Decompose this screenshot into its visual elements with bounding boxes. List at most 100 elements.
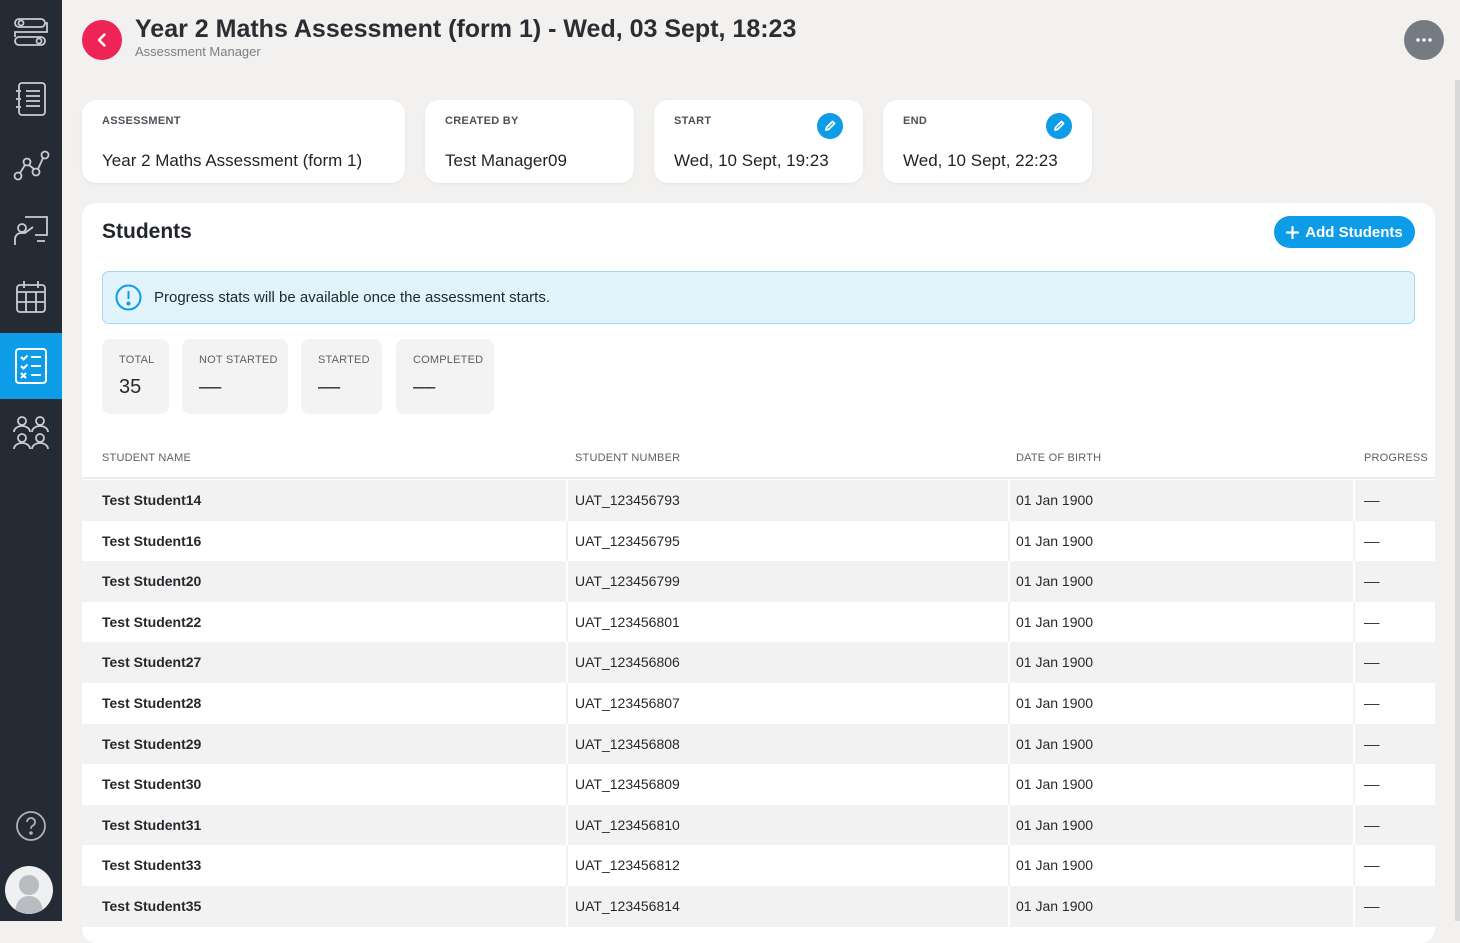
pencil-icon (825, 120, 836, 131)
table-header-divider (82, 477, 1435, 479)
column-divider (1353, 601, 1355, 643)
sidebar-item-list[interactable] (0, 66, 62, 132)
progress-cell: –– (1364, 735, 1380, 752)
column-divider (1008, 723, 1010, 765)
student-name-cell: Test Student27 (102, 654, 202, 671)
sidebar-item-workflow[interactable] (0, 0, 62, 66)
table-row[interactable]: Test Student22 UAT_123456801 01 Jan 1900 –– (82, 601, 1435, 643)
stat-total: TOTAL 35 (102, 339, 169, 414)
date-of-birth-cell: 01 Jan 1900 (1016, 532, 1094, 549)
plus-icon (1286, 225, 1300, 239)
student-number-cell: UAT_123456793 (575, 492, 680, 508)
progress-cell: –– (1364, 776, 1380, 793)
assessment-label: ASSESSMENT (102, 115, 181, 127)
column-divider (1353, 804, 1355, 846)
date-of-birth-cell: 01 Jan 1900 (1016, 573, 1094, 590)
stat-not-started: NOT STARTED –– (182, 339, 288, 414)
column-header-progress[interactable]: PROGRESS (1364, 452, 1428, 464)
sidebar-item-calendar[interactable] (0, 264, 62, 330)
people-icon (13, 416, 49, 450)
column-divider (1008, 520, 1010, 562)
graph-icon (13, 150, 50, 181)
student-number-cell: UAT_123456814 (575, 897, 680, 914)
chevron-left-icon (97, 33, 106, 47)
progress-cell: –– (1364, 573, 1380, 590)
stat-completed-value: –– (413, 376, 436, 398)
column-divider (566, 723, 568, 765)
page-subtitle: Assessment Manager (135, 44, 261, 59)
student-name-cell: Test Student30 (102, 776, 202, 793)
edit-start-button[interactable] (817, 113, 843, 139)
table-row[interactable]: Test Student35 UAT_123456814 01 Jan 1900 –– (82, 885, 1435, 927)
student-table: Test Student14 UAT_123456793 01 Jan 1900 ––… (82, 480, 1435, 927)
edit-end-button[interactable] (1046, 113, 1072, 139)
scrollbar[interactable] (1455, 80, 1460, 921)
sidebar-item-graph[interactable] (0, 132, 62, 198)
students-panel: Students Add Students Progress stats wil… (82, 203, 1435, 943)
student-number-cell: UAT_123456801 (575, 613, 680, 630)
back-button[interactable] (82, 20, 122, 60)
table-row[interactable]: Test Student28 UAT_123456807 01 Jan 1900 –– (82, 682, 1435, 724)
calendar-icon (16, 281, 46, 313)
table-row[interactable]: Test Student16 UAT_123456795 01 Jan 1900 –– (82, 520, 1435, 562)
stat-started-label: STARTED (318, 354, 370, 366)
column-divider (1008, 885, 1010, 927)
start-card: START Wed, 10 Sept, 19:23 (654, 100, 863, 183)
column-header-dob[interactable]: DATE OF BIRTH (1016, 452, 1101, 464)
column-divider (566, 845, 568, 886)
column-divider (566, 561, 568, 602)
progress-cell: –– (1364, 492, 1380, 508)
column-divider (1353, 885, 1355, 927)
date-of-birth-cell: 01 Jan 1900 (1016, 694, 1094, 711)
column-header-name[interactable]: STUDENT NAME (102, 452, 191, 464)
students-title: Students (102, 220, 192, 243)
stat-started-value: –– (318, 376, 341, 398)
pencil-icon (1054, 120, 1065, 131)
student-name-cell: Test Student35 (102, 897, 202, 914)
student-name-cell: Test Student33 (102, 857, 202, 874)
progress-cell: –– (1364, 613, 1380, 630)
date-of-birth-cell: 01 Jan 1900 (1016, 735, 1094, 752)
table-row[interactable]: Test Student14 UAT_123456793 01 Jan 1900 –– (82, 480, 1435, 521)
list-icon (16, 82, 46, 116)
start-label: START (674, 115, 712, 127)
table-row[interactable]: Test Student20 UAT_123456799 01 Jan 1900 –– (82, 561, 1435, 602)
stat-total-label: TOTAL (119, 354, 155, 366)
table-row[interactable]: Test Student29 UAT_123456808 01 Jan 1900 –– (82, 723, 1435, 765)
column-divider (566, 804, 568, 846)
add-students-button[interactable]: Add Students (1274, 216, 1415, 248)
student-name-cell: Test Student20 (102, 573, 202, 590)
student-number-cell: UAT_123456799 (575, 573, 680, 590)
column-divider (1353, 642, 1355, 683)
date-of-birth-cell: 01 Jan 1900 (1016, 613, 1094, 630)
table-row[interactable]: Test Student30 UAT_123456809 01 Jan 1900 –– (82, 764, 1435, 805)
column-divider (566, 764, 568, 805)
student-name-cell: Test Student22 (102, 613, 202, 630)
column-divider (1353, 723, 1355, 765)
more-options-button[interactable] (1404, 20, 1444, 60)
column-divider (1008, 845, 1010, 886)
column-divider (566, 601, 568, 643)
progress-cell: –– (1364, 694, 1380, 711)
stat-started: STARTED –– (301, 339, 382, 414)
workflow-icon (14, 18, 48, 46)
user-avatar-icon (15, 875, 43, 914)
help-button[interactable] (0, 802, 62, 850)
date-of-birth-cell: 01 Jan 1900 (1016, 654, 1094, 671)
avatar[interactable] (5, 866, 53, 914)
sidebar-item-people[interactable] (0, 399, 62, 465)
created-by-value: Test Manager09 (445, 151, 567, 170)
student-name-cell: Test Student28 (102, 694, 202, 711)
table-row[interactable]: Test Student31 UAT_123456810 01 Jan 1900 –– (82, 804, 1435, 846)
column-divider (1353, 764, 1355, 805)
sidebar-item-assessments[interactable] (0, 333, 62, 399)
created-by-label: CREATED BY (445, 115, 519, 127)
student-number-cell: UAT_123456809 (575, 776, 680, 793)
date-of-birth-cell: 01 Jan 1900 (1016, 897, 1094, 914)
column-header-number[interactable]: STUDENT NUMBER (575, 452, 680, 464)
stat-completed: COMPLETED –– (396, 339, 494, 414)
sidebar-item-presentation[interactable] (0, 198, 62, 264)
table-row[interactable]: Test Student27 UAT_123456806 01 Jan 1900 –– (82, 642, 1435, 683)
column-divider (1353, 480, 1355, 521)
table-row[interactable]: Test Student33 UAT_123456812 01 Jan 1900 –– (82, 845, 1435, 886)
